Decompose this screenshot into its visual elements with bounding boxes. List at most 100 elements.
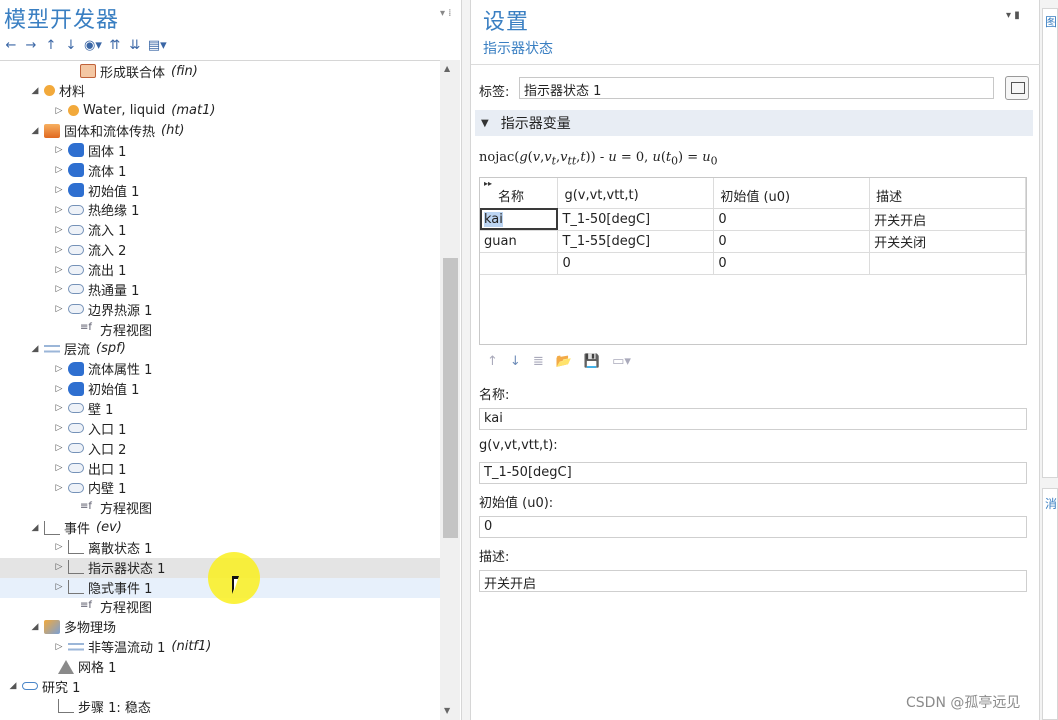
move-row-up-icon[interactable]: ↑ (487, 354, 498, 369)
tree-node[interactable]: ▷ Water, liquid (mat1) (52, 101, 216, 121)
tree-node[interactable]: 形成联合体 (fin) (64, 61, 198, 81)
expand-node-icon[interactable]: ▷ (52, 106, 66, 116)
scroll-up-icon[interactable]: ▲ (444, 64, 450, 73)
tree-node[interactable]: ▷ 出口 1 (52, 458, 127, 478)
expand-node-icon[interactable]: ▷ (52, 483, 66, 493)
expand-node-icon[interactable]: ▷ (52, 582, 66, 592)
expand-node-icon[interactable]: ▷ (52, 145, 66, 155)
tree-node[interactable]: ▷ 指示器状态 1 (52, 557, 165, 577)
expression-field[interactable]: T_1-50[degC] (479, 462, 1027, 484)
table-cell-description[interactable]: 开关开启 (869, 208, 1026, 231)
tree-node[interactable]: ▷ 初始值 1 (52, 180, 139, 200)
panel-menu-icon[interactable]: ▾ ⁞ (440, 8, 451, 19)
expand-node-icon[interactable]: ▷ (52, 384, 66, 394)
description-field[interactable]: 开关开启 (479, 570, 1027, 592)
tree-scrollbar-thumb[interactable] (443, 258, 458, 538)
messages-panel-edge[interactable]: 消 (1042, 488, 1058, 720)
move-up-icon[interactable]: ↑ (44, 38, 58, 53)
initial-value-field[interactable]: 0 (479, 516, 1027, 538)
load-from-file-icon[interactable]: 📂 (556, 354, 572, 369)
expand-node-icon[interactable]: ▷ (52, 165, 66, 175)
table-cell-name[interactable]: guan (480, 230, 559, 253)
tree-node[interactable]: ▷ 流体 1 (52, 160, 126, 180)
collapse-node-icon[interactable]: ◢ (28, 344, 42, 354)
tree-node[interactable]: ▷ 固体 1 (52, 140, 126, 160)
tree-node[interactable]: ≡f 方程视图 (64, 597, 152, 617)
label-input[interactable]: 指示器状态 1 (519, 77, 994, 99)
table-row[interactable]: kai T_1-50[degC] 0 开关开启 (480, 208, 1026, 231)
table-cell-expression[interactable]: T_1-55[degC] (557, 230, 715, 253)
table-cell-name[interactable] (480, 252, 559, 275)
expand-node-icon[interactable]: ▷ (52, 205, 66, 215)
expand-node-icon[interactable]: ▷ (52, 225, 66, 235)
header-description[interactable]: 描述 (869, 178, 1026, 209)
tree-node[interactable]: ▷ 入口 2 (52, 438, 127, 458)
graphics-panel-edge[interactable]: 图 (1042, 8, 1058, 478)
expand-node-icon[interactable]: ▷ (52, 642, 66, 652)
header-expression[interactable]: g(v,vt,vtt,t) (557, 178, 715, 209)
expand-node-icon[interactable]: ▷ (52, 364, 66, 374)
move-down-icon[interactable]: ↓ (64, 38, 78, 53)
expand-node-icon[interactable]: ▷ (52, 562, 66, 572)
collapse-node-icon[interactable]: ◢ (28, 126, 42, 136)
table-cell-expression[interactable]: T_1-50[degC] (557, 208, 715, 231)
expand-node-icon[interactable]: ▷ (52, 245, 66, 255)
table-cell-expression[interactable]: 0 (557, 252, 715, 275)
tree-node[interactable]: ▷ 壁 1 (52, 398, 114, 418)
expand-all-icon[interactable]: ⇊ (128, 38, 142, 53)
tree-node[interactable]: ▷ 离散状态 1 (52, 537, 152, 557)
delete-row-icon[interactable]: ≣ (533, 354, 544, 369)
tree-node[interactable]: ▷ 流体属性 1 (52, 359, 152, 379)
collapse-node-icon[interactable]: ◢ (6, 681, 20, 691)
collapse-all-icon[interactable]: ⇈ (108, 38, 122, 53)
tree-node[interactable]: ▷ 热绝缘 1 (52, 200, 140, 220)
table-cell-initial[interactable]: 0 (713, 230, 871, 253)
move-row-down-icon[interactable]: ↓ (510, 354, 521, 369)
table-corner-icon[interactable]: ▸▸ (484, 179, 492, 188)
expand-node-icon[interactable]: ▷ (52, 423, 66, 433)
tree-node[interactable]: ◢ 多物理场 (28, 617, 116, 637)
tree-node[interactable]: ▷ 流入 2 (52, 240, 127, 260)
table-row[interactable]: guan T_1-55[degC] 0 开关关闭 (480, 230, 1026, 253)
expand-node-icon[interactable]: ▷ (52, 265, 66, 275)
tree-node[interactable]: ▷ 初始值 1 (52, 379, 139, 399)
expand-node-icon[interactable]: ▷ (52, 542, 66, 552)
section-indicator-variables[interactable]: ▼ 指示器变量 (475, 110, 1033, 136)
tree-node[interactable]: ▷ 内壁 1 (52, 478, 127, 498)
header-initial-value[interactable]: 初始值 (u0) (713, 178, 871, 209)
tree-node[interactable]: ▷ 流出 1 (52, 260, 127, 280)
tree-node[interactable]: ▷ 边界热源 1 (52, 299, 153, 319)
tree-node[interactable]: ◢ 固体和流体传热 (ht) (28, 121, 185, 141)
table-cell-description[interactable] (869, 252, 1026, 275)
show-icon[interactable]: ◉▾ (84, 38, 102, 53)
expand-node-icon[interactable]: ▷ (52, 403, 66, 413)
tree-node[interactable]: ≡f 方程视图 (64, 319, 152, 339)
table-cell-name[interactable]: kai (480, 208, 559, 231)
label-edit-button[interactable] (1005, 76, 1029, 100)
table-cell-initial[interactable]: 0 (713, 252, 871, 275)
tree-node[interactable]: ▷ 热通量 1 (52, 279, 140, 299)
table-cell-description[interactable]: 开关关闭 (869, 230, 1026, 253)
name-field[interactable]: kai (479, 408, 1027, 430)
save-to-file-icon[interactable]: 💾 (584, 354, 600, 369)
tree-node[interactable]: ▷ 隐式事件 1 (52, 577, 152, 597)
tree-node[interactable]: ▷ 流入 1 (52, 220, 127, 240)
expand-node-icon[interactable]: ▷ (52, 185, 66, 195)
forward-icon[interactable]: → (24, 38, 38, 53)
tree-node[interactable]: ◢ 事件 (ev) (28, 518, 122, 538)
scroll-down-icon[interactable]: ▼ (444, 706, 450, 715)
collapse-triangle-icon[interactable]: ▼ (481, 118, 489, 129)
table-cell-initial[interactable]: 0 (713, 208, 871, 231)
tree-node[interactable]: ◢ 层流 (spf) (28, 339, 126, 359)
tree-node[interactable]: ≡f 方程视图 (64, 498, 152, 518)
view-options-icon[interactable]: ▤▾ (148, 38, 167, 53)
expand-node-icon[interactable]: ▷ (52, 463, 66, 473)
collapse-node-icon[interactable]: ◢ (28, 86, 42, 96)
back-icon[interactable]: ← (4, 38, 18, 53)
tree-node[interactable]: 步骤 1: 稳态 (42, 696, 151, 716)
settings-menu-icon[interactable]: ▾ ▮ (1006, 10, 1020, 21)
collapse-node-icon[interactable]: ◢ (28, 622, 42, 632)
tree-node[interactable]: ▷ 入口 1 (52, 418, 127, 438)
more-options-icon[interactable]: ▭▾ (612, 354, 631, 369)
tree-node[interactable]: ◢ 研究 1 (6, 676, 81, 696)
